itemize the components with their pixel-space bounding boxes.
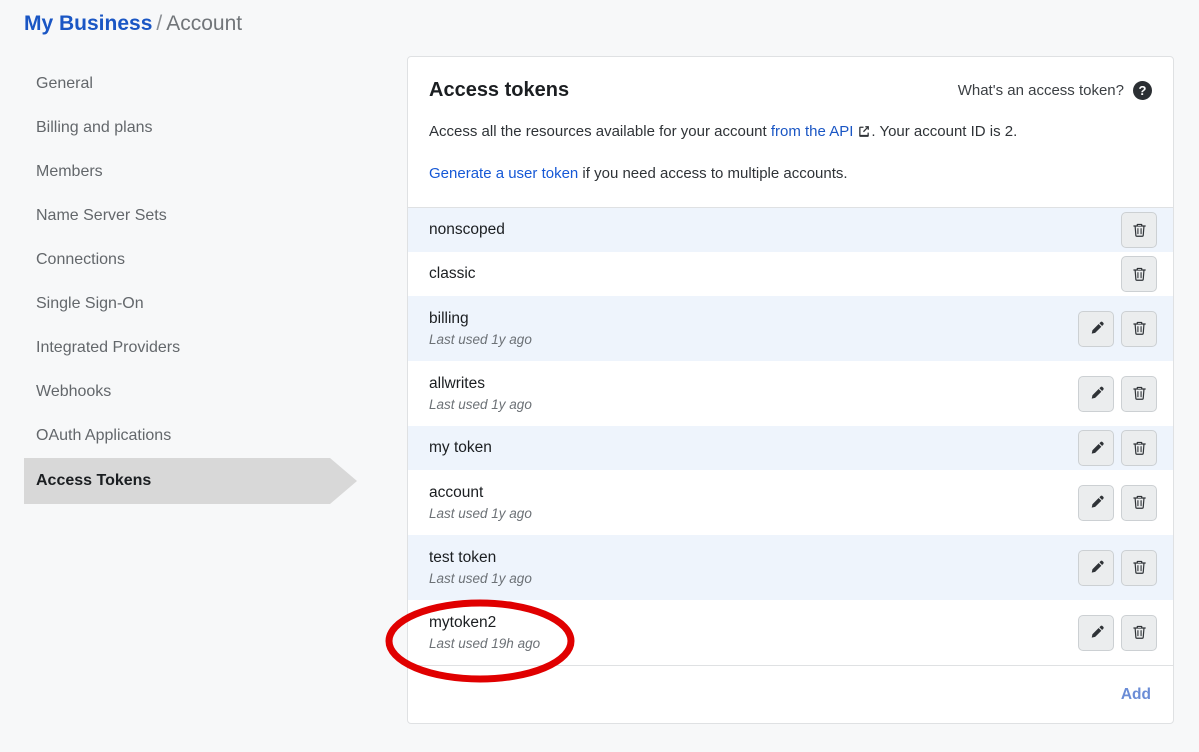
delete-token-button[interactable] (1121, 311, 1157, 347)
delete-token-button[interactable] (1121, 430, 1157, 466)
edit-token-button[interactable] (1078, 376, 1114, 412)
sidebar-item-label: Access Tokens (36, 472, 151, 489)
edit-token-button[interactable] (1078, 430, 1114, 466)
settings-sidebar: General Billing and plans Members Name S… (0, 62, 380, 504)
delete-token-button[interactable] (1121, 615, 1157, 651)
generate-token-line: Generate a user token if you need access… (429, 163, 1152, 207)
token-last-used: Last used 1y ago (429, 570, 532, 588)
row-actions (1121, 256, 1157, 292)
edit-token-button[interactable] (1078, 485, 1114, 521)
row-actions (1078, 615, 1157, 651)
token-name: account (429, 483, 532, 503)
sidebar-item-access-tokens[interactable]: Access Tokens (24, 458, 330, 504)
sidebar-item-label: Billing and plans (36, 119, 153, 136)
edit-token-button[interactable] (1078, 550, 1114, 586)
delete-token-button[interactable] (1121, 376, 1157, 412)
sidebar-item-integrated-providers[interactable]: Integrated Providers (0, 326, 380, 370)
generate-suffix: if you need access to multiple accounts. (578, 165, 847, 182)
token-name: mytoken2 (429, 613, 540, 633)
token-name: allwrites (429, 374, 532, 394)
breadcrumb-link-my-business[interactable]: My Business (24, 12, 152, 35)
sidebar-item-label: Single Sign-On (36, 295, 144, 312)
breadcrumb-separator: / (152, 12, 166, 35)
sidebar-item-general[interactable]: General (0, 62, 380, 106)
delete-token-button[interactable] (1121, 485, 1157, 521)
token-name: billing (429, 309, 532, 329)
sidebar-item-name-server-sets[interactable]: Name Server Sets (0, 194, 380, 238)
sidebar-item-label: OAuth Applications (36, 427, 171, 444)
sidebar-item-members[interactable]: Members (0, 150, 380, 194)
row-actions (1078, 311, 1157, 347)
sidebar-item-connections[interactable]: Connections (0, 238, 380, 282)
row-actions (1121, 212, 1157, 248)
breadcrumb-current-account: Account (166, 12, 242, 35)
whats-an-access-token-help[interactable]: What's an access token? ? (958, 81, 1152, 100)
sidebar-item-label: Name Server Sets (36, 207, 167, 224)
sidebar-item-label: Members (36, 163, 103, 180)
from-the-api-link[interactable]: from the API (771, 123, 854, 140)
row-actions (1078, 485, 1157, 521)
token-last-used: Last used 1y ago (429, 331, 532, 349)
page-title: Access tokens (429, 77, 569, 103)
token-last-used: Last used 1y ago (429, 396, 532, 414)
sidebar-item-label: Connections (36, 251, 125, 268)
description-prefix: Access all the resources available for y… (429, 123, 771, 140)
sidebar-item-billing-and-plans[interactable]: Billing and plans (0, 106, 380, 150)
sidebar-item-label: Webhooks (36, 383, 111, 400)
description-line: Access all the resources available for y… (429, 121, 1152, 145)
token-name: my token (429, 438, 492, 458)
row-actions (1078, 376, 1157, 412)
description-suffix: . Your account ID is 2. (871, 123, 1017, 140)
row-actions (1078, 550, 1157, 586)
token-last-used: Last used 19h ago (429, 635, 540, 653)
add-token-button[interactable]: Add (1121, 686, 1151, 704)
card-footer: Add (408, 665, 1173, 723)
token-last-used: Last used 1y ago (429, 505, 532, 523)
access-tokens-card: Access tokens What's an access token? ? … (407, 56, 1174, 724)
sidebar-item-oauth-applications[interactable]: OAuth Applications (0, 414, 380, 458)
help-circle-icon[interactable]: ? (1133, 81, 1152, 100)
table-row[interactable]: my token (408, 426, 1173, 470)
token-name: classic (429, 264, 476, 284)
token-name: nonscoped (429, 220, 505, 240)
delete-token-button[interactable] (1121, 550, 1157, 586)
external-link-icon[interactable] (857, 123, 871, 145)
table-row[interactable]: test token Last used 1y ago (408, 535, 1173, 600)
delete-token-button[interactable] (1121, 212, 1157, 248)
table-row[interactable]: nonscoped (408, 208, 1173, 252)
sidebar-item-label: General (36, 75, 93, 92)
active-pointer-arrow (330, 458, 357, 504)
table-row[interactable]: classic (408, 252, 1173, 296)
row-actions (1078, 430, 1157, 466)
edit-token-button[interactable] (1078, 311, 1114, 347)
edit-token-button[interactable] (1078, 615, 1114, 651)
table-row[interactable]: allwrites Last used 1y ago (408, 361, 1173, 426)
breadcrumb: My Business/Account (24, 10, 242, 38)
table-row[interactable]: account Last used 1y ago (408, 470, 1173, 535)
generate-a-user-token-link[interactable]: Generate a user token (429, 165, 578, 182)
sidebar-item-webhooks[interactable]: Webhooks (0, 370, 380, 414)
token-name: test token (429, 548, 532, 568)
sidebar-item-single-sign-on[interactable]: Single Sign-On (0, 282, 380, 326)
sidebar-item-label: Integrated Providers (36, 339, 180, 356)
table-row[interactable]: billing Last used 1y ago (408, 296, 1173, 361)
help-label: What's an access token? (958, 82, 1124, 99)
token-list: nonscoped classic billing Last used 1y a… (408, 207, 1173, 665)
delete-token-button[interactable] (1121, 256, 1157, 292)
card-header: Access tokens What's an access token? ? … (408, 57, 1173, 207)
table-row[interactable]: mytoken2 Last used 19h ago (408, 600, 1173, 665)
